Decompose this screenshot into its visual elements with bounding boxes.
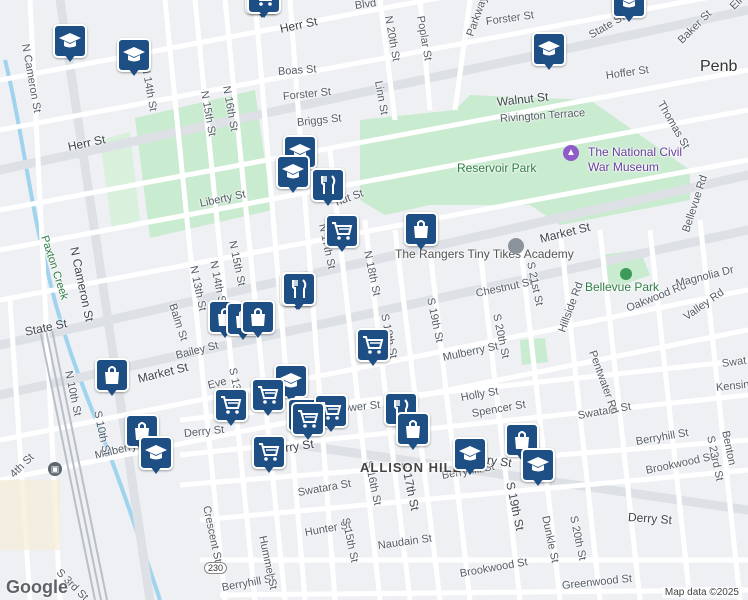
map-marker-school[interactable] <box>117 38 151 82</box>
map-marker-school[interactable] <box>521 448 555 492</box>
map-marker-cart[interactable] <box>214 388 248 432</box>
map-marker-school[interactable] <box>53 24 87 68</box>
train-station-icon[interactable]: ▣ <box>48 462 62 476</box>
map-marker-cart[interactable] <box>356 328 390 372</box>
map-marker-cart[interactable] <box>251 378 285 422</box>
map-marker-cart[interactable] <box>291 402 325 446</box>
map-marker-cart[interactable] <box>252 435 286 479</box>
map-marker-fork-knife[interactable] <box>311 168 345 212</box>
park-pin-icon[interactable] <box>620 268 632 280</box>
map-attribution[interactable]: Map data ©2025 <box>661 587 742 598</box>
google-logo: Google <box>6 577 68 597</box>
map-canvas[interactable]: Herr St Herr St Boas St Forster St Forst… <box>0 0 748 600</box>
city-label: Penb <box>700 58 738 75</box>
poi-label: The National Civil <box>588 145 683 159</box>
map-marker-school[interactable] <box>453 437 487 481</box>
park-label: Bellevue Park <box>585 280 660 294</box>
park-label: Reservoir Park <box>457 161 537 175</box>
museum-icon[interactable]: ▲ <box>563 145 579 161</box>
map-marker-school[interactable] <box>276 155 310 199</box>
map-marker-shopping-bag[interactable] <box>241 300 275 344</box>
map-marker-fork-knife[interactable] <box>282 272 316 316</box>
route-shield: 230 <box>204 562 228 574</box>
map-marker-shopping-bag[interactable] <box>404 212 438 256</box>
map-marker-school[interactable] <box>532 32 566 76</box>
map-marker-cart[interactable] <box>247 0 281 24</box>
street-label: Derry St <box>627 510 673 528</box>
map-marker-school[interactable] <box>139 436 173 480</box>
map-marker-shopping-bag[interactable] <box>95 358 129 402</box>
neighborhood-label: ALLISON HILL <box>360 460 462 475</box>
poi-label: War Museum <box>588 160 659 174</box>
map-marker-shopping-bag[interactable] <box>396 412 430 456</box>
map-marker-cart[interactable] <box>325 214 359 258</box>
map-marker-school[interactable] <box>612 0 646 28</box>
school-pin-icon[interactable] <box>508 238 524 254</box>
